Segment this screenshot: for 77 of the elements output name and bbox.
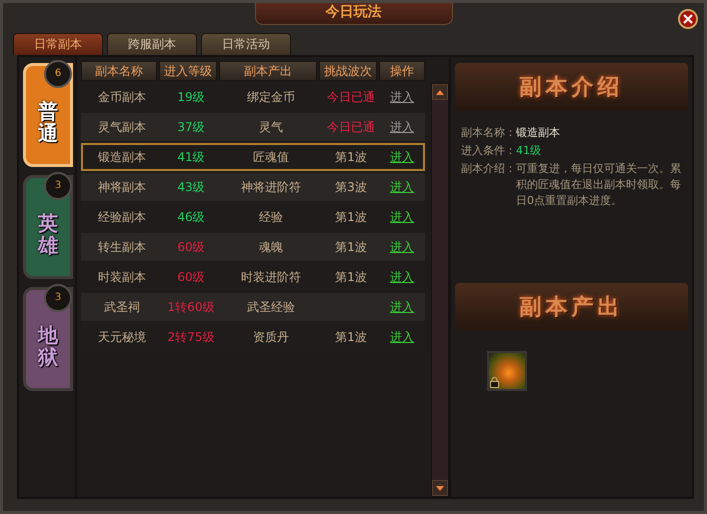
count-badge: 6 (44, 60, 72, 88)
tab[interactable]: 跨服副本 (107, 33, 197, 55)
enter-link[interactable]: 进入 (390, 268, 414, 286)
enter-link[interactable]: 进入 (390, 178, 414, 196)
table-cell-text: 灵气 (258, 118, 284, 136)
table-cell-text: 金币副本 (97, 88, 147, 106)
table-cell-text: 灵气副本 (97, 118, 147, 136)
table-row[interactable]: 神将副本 43级 神将进阶符 第3波 进入 (81, 173, 425, 201)
table-cell-text: 19级 (176, 88, 206, 106)
table-cell-text: 第1波 (334, 238, 368, 256)
section-banner: 副本产出 (455, 283, 688, 331)
column-header: 副本名称 (81, 61, 157, 81)
table-cell-text: 神将进阶符 (240, 178, 302, 196)
count-badge: 3 (44, 284, 72, 312)
category-tab[interactable]: 地狱 3 (23, 287, 73, 391)
table-cell-text: 锻造副本 (97, 148, 147, 166)
scroll-down-button[interactable] (432, 480, 448, 496)
table-cell-text: 第1波 (334, 148, 368, 166)
close-icon (683, 14, 693, 24)
field-value: 41级 (516, 143, 542, 159)
column-header: 进入等级 (159, 61, 217, 81)
table-cell-text: 时装副本 (97, 268, 147, 286)
tab[interactable]: 日常副本 (13, 33, 103, 55)
table-cell-text: 41级 (176, 148, 206, 166)
table-cell-text: 神将副本 (97, 178, 147, 196)
enter-link[interactable]: 进入 (390, 238, 414, 256)
table-cell-text: 60级 (176, 268, 206, 286)
field-value: 锻造副本 (516, 125, 561, 141)
table-cell-text: 绑定金币 (246, 88, 296, 106)
count-badge: 3 (44, 172, 72, 200)
enter-link[interactable]: 进入 (390, 208, 414, 226)
table-cell-text: 43级 (176, 178, 206, 196)
table-cell-text: 今日已通 (326, 118, 376, 136)
table-cell-text: 经验副本 (97, 208, 147, 226)
enter-link[interactable]: 进入 (390, 298, 414, 316)
table-cell-text: 天元秘境 (97, 328, 147, 346)
section-banner: 副本介绍 (455, 63, 688, 111)
column-header: 副本产出 (219, 61, 317, 81)
table-cell-text: 匠魂值 (252, 148, 290, 166)
enter-link[interactable]: 进入 (390, 328, 414, 346)
table-cell-text: 第1波 (334, 208, 368, 226)
field-value: 可重复进，每日仅可通关一次。累积的匠魂值在退出副本时领取。每日0点重置副本进度。 (516, 161, 682, 209)
field-label: 副本介绍： (461, 161, 516, 177)
field-label: 进入条件： (461, 143, 516, 159)
window-title: 今日玩法 (254, 3, 452, 25)
table-cell-text: 第1波 (334, 328, 368, 346)
tab[interactable]: 日常活动 (201, 33, 291, 55)
field-label: 副本名称： (461, 125, 516, 141)
up-arrow-icon (436, 90, 444, 94)
table-cell-text: 时装进阶符 (240, 268, 302, 286)
category-tab[interactable]: 普通 6 (23, 63, 73, 167)
scroll-up-button[interactable] (432, 84, 448, 100)
table-row[interactable]: 锻造副本 41级 匠魂值 第1波 进入 (81, 143, 425, 171)
table-cell-text: 第3波 (334, 178, 368, 196)
down-arrow-icon (436, 486, 444, 490)
reward-item-icon[interactable] (487, 351, 527, 391)
category-tab[interactable]: 英雄 3 (23, 175, 73, 279)
table-cell-text: 魂魄 (258, 238, 284, 256)
table-cell-text: 经验 (258, 208, 284, 226)
scrollbar[interactable] (431, 83, 449, 497)
enter-link[interactable]: 进入 (390, 148, 414, 166)
table-cell-text: 60级 (176, 238, 206, 256)
table-cell-text: 转生副本 (97, 238, 147, 256)
close-button[interactable] (678, 9, 698, 29)
table-cell-text: 2转75级 (166, 328, 216, 346)
table-cell-text: 第1波 (334, 268, 368, 286)
table-cell-text: 46级 (176, 208, 206, 226)
table-cell-text: 资质丹 (252, 328, 290, 346)
table-cell-text: 武圣祠 (103, 298, 141, 316)
table-cell-text: 1转60级 (166, 298, 216, 316)
column-header: 操作 (379, 61, 425, 81)
column-header: 挑战波次 (319, 61, 377, 81)
table-cell-text: 今日已通 (326, 88, 376, 106)
table-cell-text: 37级 (176, 118, 206, 136)
table-row[interactable]: 转生副本 60级 魂魄 第1波 进入 (81, 233, 425, 261)
table-row[interactable]: 武圣祠 1转60级 武圣经验 进入 (81, 293, 425, 321)
table-cell-text: 武圣经验 (246, 298, 296, 316)
